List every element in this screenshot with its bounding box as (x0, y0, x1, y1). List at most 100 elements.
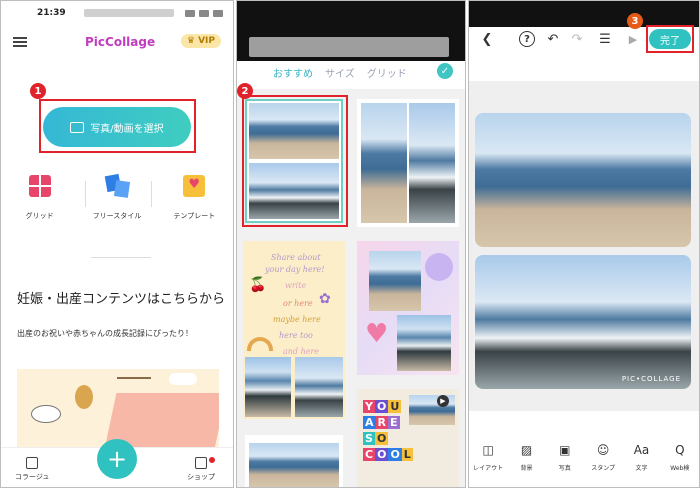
select-photo-video-button[interactable]: 写真/動画を選択 (43, 107, 191, 147)
template-icon (183, 175, 206, 197)
letter-tile: O (375, 448, 389, 461)
template-you-are-so-cool[interactable]: ▶ YOU ARE SO COOL (357, 389, 459, 487)
step-badge-3: 3 (627, 13, 643, 29)
home-screen: 21:39 PicCollage ♛ VIP 1 写真/動画を選択 グリッド フ… (0, 0, 234, 488)
template-pastel[interactable]: ♥ (357, 241, 459, 375)
template-side-by-side[interactable] (357, 99, 459, 227)
sticker-icon: ☺ (596, 443, 610, 457)
collage-photo[interactable] (475, 113, 691, 247)
blurred-status-area (83, 9, 174, 17)
photo-icon: ▣ (559, 443, 571, 457)
template-text: or here (283, 299, 313, 308)
web-search-icon: Q (675, 443, 685, 457)
undo-icon[interactable]: ↶ (545, 31, 561, 47)
letter-tile: C (363, 448, 376, 461)
nav-collage-label: コラージュ (15, 473, 50, 481)
tool-label: レイアウト (473, 465, 504, 472)
step-badge-2: 2 (237, 83, 253, 99)
flower-icon: ✿ (319, 291, 331, 307)
tool-text[interactable]: Aa 文字 (623, 443, 659, 487)
create-plus-button[interactable]: + (97, 439, 137, 479)
mode-label: フリースタイル (92, 212, 142, 220)
step-badge-1: 1 (30, 83, 46, 99)
tool-layout[interactable]: ◫ レイアウト (470, 443, 506, 487)
highlight-box-3 (646, 25, 694, 53)
tool-label: 背景 (520, 465, 533, 472)
collage-icon (26, 457, 39, 469)
notification-dot (209, 457, 215, 463)
template-text: write (285, 281, 307, 290)
check-icon[interactable]: ✓ (437, 63, 453, 79)
letter-tile: R (375, 416, 388, 429)
promo-subtitle: 出産のお祝いや赤ちゃんの成長記録にぴったり！ (17, 329, 193, 338)
template-photo (369, 251, 421, 311)
letter-tile: A (363, 416, 376, 429)
top-bar (469, 1, 699, 27)
status-time: 21:39 (37, 8, 66, 18)
tool-label: 文字 (635, 465, 648, 472)
cloud-illustration (169, 373, 197, 385)
letter-tile: O (374, 400, 389, 413)
tool-label: Web検 (670, 465, 690, 472)
letter-tile: O (374, 432, 389, 445)
letter-tile: E (388, 416, 400, 429)
image-icon (70, 121, 85, 133)
mode-grid[interactable]: グリッド (5, 175, 75, 221)
template-photo (397, 315, 451, 371)
tool-sticker[interactable]: ☺ スタンプ (585, 443, 621, 487)
editor-bottom-tools: ◫ レイアウト ▨ 背景 ▣ 写真 ☺ スタンプ Aa 文字 Q Web検 (469, 437, 699, 487)
template-share-your-day[interactable]: Share about your day here! write or here… (243, 241, 345, 419)
letter-tile: U (388, 400, 402, 413)
mode-template[interactable]: テンプレート (159, 175, 229, 221)
template-photo (361, 103, 407, 223)
tab-recommended[interactable]: おすすめ (273, 65, 313, 80)
menu-icon[interactable] (13, 37, 27, 47)
balloon-illustration (75, 385, 93, 409)
animal-illustration (31, 405, 61, 423)
highlight-box-2 (242, 95, 348, 227)
mode-label: グリッド (25, 212, 54, 220)
letter-tile: O (388, 448, 402, 461)
help-icon[interactable]: ? (519, 31, 535, 47)
nav-collage[interactable]: コラージュ (15, 457, 49, 482)
watermark: PIC•COLLAGE (621, 375, 681, 383)
rainbow-icon (247, 337, 273, 351)
vip-label: VIP (198, 36, 215, 46)
select-button-label: 写真/動画を選択 (90, 123, 164, 135)
bubble-decoration (425, 253, 453, 281)
redo-icon[interactable]: ↷ (569, 31, 585, 47)
tool-background[interactable]: ▨ 背景 (508, 443, 544, 487)
background-icon: ▨ (520, 443, 533, 457)
layers-icon[interactable]: ☰ (597, 31, 613, 47)
template-text: here too (279, 331, 313, 340)
template-photo (249, 443, 339, 487)
app-bar: PicCollage ♛ VIP (1, 25, 233, 59)
template-photo (409, 103, 455, 223)
template-strip[interactable] (245, 435, 343, 487)
layout-icon: ◫ (482, 443, 494, 457)
status-bar: 21:39 (1, 1, 233, 25)
template-tabs: おすすめ サイズ グリッド ✓ (237, 61, 465, 83)
letter-tile: L (401, 448, 413, 461)
tab-grid[interactable]: グリッド (367, 65, 407, 80)
mode-freestyle[interactable]: フリースタイル (82, 175, 152, 221)
letter-tile: Y (363, 400, 375, 413)
collage-canvas: PIC•COLLAGE (469, 81, 699, 411)
mode-label: テンプレート (173, 212, 216, 220)
play-icon[interactable]: ▶ (625, 31, 641, 47)
tool-web-search[interactable]: Q Web検 (662, 443, 698, 487)
play-icon[interactable]: ▶ (437, 395, 449, 407)
tool-photo[interactable]: ▣ 写真 (547, 443, 583, 487)
text-icon: Aa (633, 443, 650, 457)
template-photo (245, 357, 291, 417)
collage-photo[interactable]: PIC•COLLAGE (475, 255, 691, 389)
grid-icon (28, 175, 51, 197)
tab-size[interactable]: サイズ (325, 65, 355, 80)
template-text: your day here! (265, 265, 325, 274)
vip-badge[interactable]: ♛ VIP (180, 34, 221, 48)
section-divider (91, 257, 151, 258)
template-screen: おすすめ サイズ グリッド ✓ Share about your day her… (236, 0, 466, 488)
heart-icon: ♥ (365, 319, 389, 349)
shop-icon (195, 457, 207, 469)
back-icon[interactable]: ❮ (479, 31, 495, 47)
